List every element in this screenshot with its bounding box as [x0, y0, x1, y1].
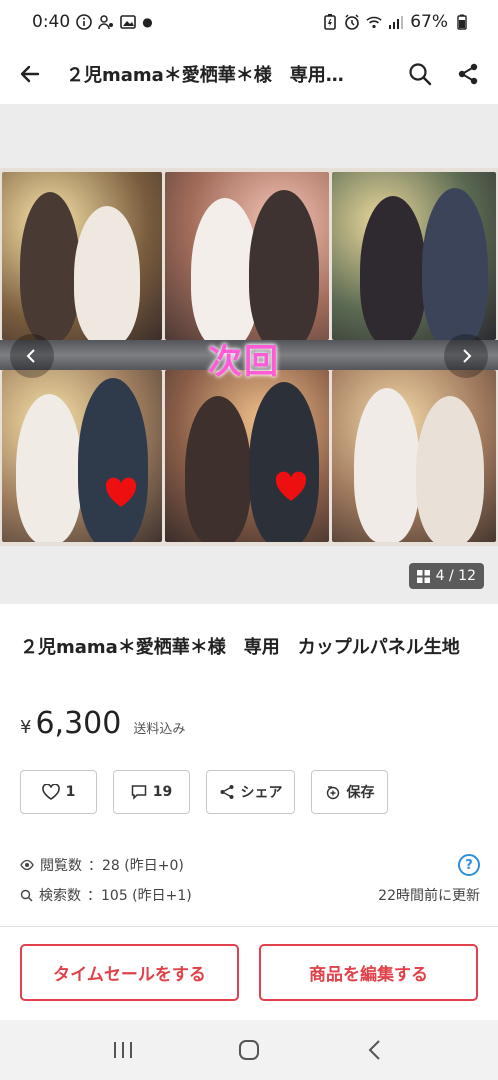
image-panel — [332, 370, 496, 542]
shipping-label: 送料込み — [133, 722, 186, 737]
alarm-icon — [344, 14, 360, 30]
image-panel — [2, 172, 162, 340]
status-bar: 0:40 ● 67% — [0, 0, 498, 44]
price: ¥ 6,300 送料込み — [20, 706, 185, 741]
views-row: 閲覧数 ：28 (昨日+0) ? — [20, 850, 480, 880]
image-counter-text: 4 / 12 — [435, 568, 476, 584]
search-button[interactable] — [396, 44, 444, 104]
views-value: ：28 (昨日+0) — [88, 858, 184, 874]
chevron-left-icon — [26, 349, 35, 363]
share-icon — [220, 785, 233, 799]
wifi-icon — [366, 14, 382, 30]
comment-button[interactable]: 19 — [113, 770, 190, 814]
comment-icon — [131, 785, 146, 800]
eye-icon — [20, 859, 34, 871]
prev-image-button[interactable] — [10, 334, 54, 378]
image-panel — [165, 370, 329, 542]
battery-icon — [454, 14, 470, 30]
item-title: ２児mama＊愛栖華＊様 専用 カップルパネル生地 — [20, 637, 460, 658]
share-icon — [458, 63, 478, 85]
heart-sticker-icon — [105, 477, 137, 507]
system-nav-bar — [0, 1020, 498, 1080]
status-time: 0:40 — [32, 12, 71, 32]
recent-apps-button[interactable] — [93, 1020, 153, 1080]
search-row: 検索数 ：105 (昨日+1) 22時間前に更新 — [20, 880, 480, 910]
updated-time: 22時間前に更新 — [378, 888, 480, 904]
share-label: シェア — [240, 785, 283, 801]
overlay-text: 次回 — [208, 342, 280, 382]
heart-icon — [41, 784, 60, 800]
back-nav-icon — [368, 1040, 380, 1060]
recent-apps-icon — [114, 1042, 132, 1058]
time-sale-button[interactable]: タイムセールをする — [20, 944, 239, 1001]
views-label: 閲覧数 — [40, 858, 82, 874]
battery-saver-icon — [322, 14, 338, 30]
search-label: 検索数 — [39, 888, 81, 904]
search-icon — [20, 889, 33, 901]
battery-percent: 67% — [410, 12, 448, 32]
add-folder-icon — [326, 786, 339, 800]
product-image-gallery[interactable]: 次回 4 / 12 — [0, 104, 498, 604]
home-icon — [239, 1040, 259, 1060]
comment-count: 19 — [152, 784, 173, 800]
heart-sticker-icon — [275, 471, 307, 501]
product-image[interactable]: 次回 — [0, 168, 498, 546]
next-image-button[interactable] — [444, 334, 488, 378]
divider — [0, 926, 498, 927]
save-button[interactable]: 保存 — [311, 770, 388, 814]
price-amount: 6,300 — [35, 706, 122, 741]
image-panel — [165, 172, 329, 340]
bottom-actions: タイムセールをする 商品を編集する — [20, 944, 478, 1001]
back-nav-button[interactable] — [345, 1020, 405, 1080]
currency-symbol: ¥ — [20, 717, 32, 738]
share-button[interactable]: シェア — [206, 770, 295, 814]
info-icon — [76, 14, 92, 30]
gallery-icon — [120, 14, 136, 30]
person-location-icon — [98, 14, 114, 30]
arrow-left-icon — [20, 65, 40, 83]
grid-icon — [416, 569, 430, 583]
notification-dot-icon: ● — [142, 15, 153, 29]
share-top-button[interactable] — [444, 44, 492, 104]
chevron-right-icon — [463, 349, 472, 363]
action-bar: 1 19 シェア 保存 — [20, 770, 388, 814]
help-icon[interactable]: ? — [458, 854, 480, 876]
app-bar: ２児mama＊愛栖華＊様 専用… — [0, 44, 498, 104]
search-icon — [409, 63, 432, 86]
back-button[interactable] — [0, 44, 60, 104]
page-title: ２児mama＊愛栖華＊様 専用… — [66, 65, 344, 86]
edit-item-button[interactable]: 商品を編集する — [259, 944, 478, 1001]
image-counter: 4 / 12 — [408, 563, 484, 589]
search-value: ：105 (昨日+1) — [87, 888, 192, 904]
item-stats: 閲覧数 ：28 (昨日+0) ? 検索数 ：105 (昨日+1) 22時間前に更… — [20, 850, 480, 910]
like-button[interactable]: 1 — [20, 770, 97, 814]
home-button[interactable] — [219, 1020, 279, 1080]
image-panel — [2, 370, 162, 542]
like-count: 1 — [65, 784, 76, 800]
save-label: 保存 — [346, 785, 375, 801]
image-panel — [332, 172, 496, 340]
signal-icon — [388, 14, 404, 30]
